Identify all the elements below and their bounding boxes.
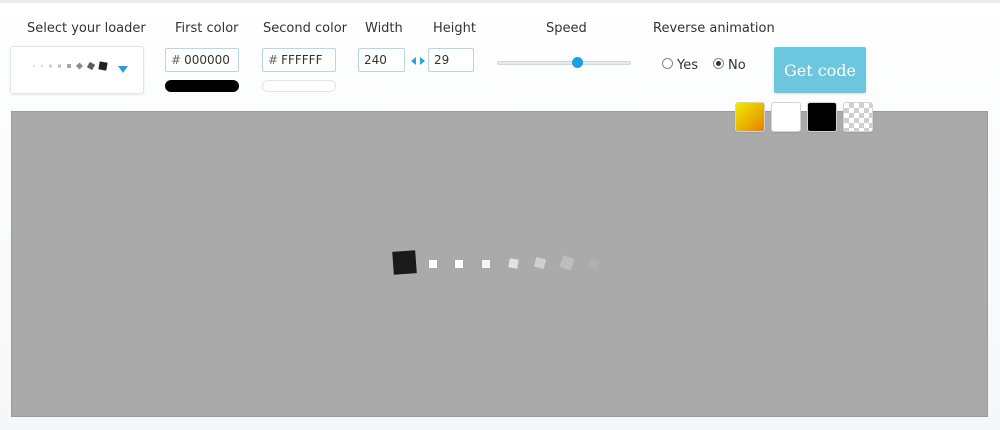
height-input[interactable] bbox=[434, 53, 470, 67]
loader-square bbox=[533, 256, 547, 270]
background-black-swatch[interactable] bbox=[808, 103, 836, 131]
second-color-swatch[interactable] bbox=[262, 80, 336, 92]
chevron-down-icon bbox=[118, 66, 128, 73]
loader-select-dropdown[interactable] bbox=[10, 46, 144, 94]
top-border bbox=[0, 0, 1000, 3]
speed-label: Speed bbox=[546, 21, 587, 36]
hash-prefix: # bbox=[268, 53, 279, 67]
width-label: Width bbox=[365, 21, 403, 36]
select-loader-label: Select your loader bbox=[27, 21, 146, 36]
loader-preview-icon bbox=[33, 61, 108, 71]
first-color-field[interactable]: # bbox=[165, 48, 245, 72]
second-color-field[interactable]: # bbox=[262, 48, 342, 72]
loader-square bbox=[559, 255, 575, 271]
width-field[interactable] bbox=[358, 48, 405, 72]
speed-slider-thumb[interactable] bbox=[571, 57, 583, 68]
first-color-swatch[interactable] bbox=[165, 80, 239, 92]
height-label: Height bbox=[433, 21, 476, 36]
loader-square bbox=[455, 260, 463, 268]
speed-slider-track[interactable] bbox=[497, 61, 631, 65]
loader-square bbox=[482, 260, 490, 268]
preview-stage bbox=[11, 111, 988, 417]
background-white-swatch[interactable] bbox=[772, 103, 800, 131]
background-transparent-swatch[interactable] bbox=[844, 103, 872, 131]
loader-square bbox=[587, 257, 600, 270]
reverse-animation-label: Reverse animation bbox=[653, 21, 775, 36]
height-field[interactable] bbox=[428, 48, 474, 72]
loader-square bbox=[429, 260, 437, 268]
second-color-label: Second color bbox=[263, 21, 347, 36]
hash-prefix: # bbox=[171, 53, 182, 67]
loader-square-lead bbox=[392, 250, 417, 275]
loader-square bbox=[508, 258, 519, 269]
link-arrows-icon[interactable] bbox=[411, 56, 425, 66]
reverse-no-radio[interactable] bbox=[713, 58, 724, 69]
loader-animation-preview bbox=[392, 250, 600, 275]
first-color-label: First color bbox=[175, 21, 239, 36]
reverse-yes-label[interactable]: Yes bbox=[677, 58, 698, 73]
first-color-input[interactable] bbox=[184, 53, 245, 67]
get-code-button[interactable]: Get code bbox=[774, 47, 866, 93]
background-yellow-swatch[interactable] bbox=[736, 103, 764, 131]
reverse-no-label[interactable]: No bbox=[728, 58, 746, 73]
width-input[interactable] bbox=[364, 53, 400, 67]
second-color-input[interactable] bbox=[281, 53, 342, 67]
reverse-yes-radio[interactable] bbox=[662, 58, 673, 69]
